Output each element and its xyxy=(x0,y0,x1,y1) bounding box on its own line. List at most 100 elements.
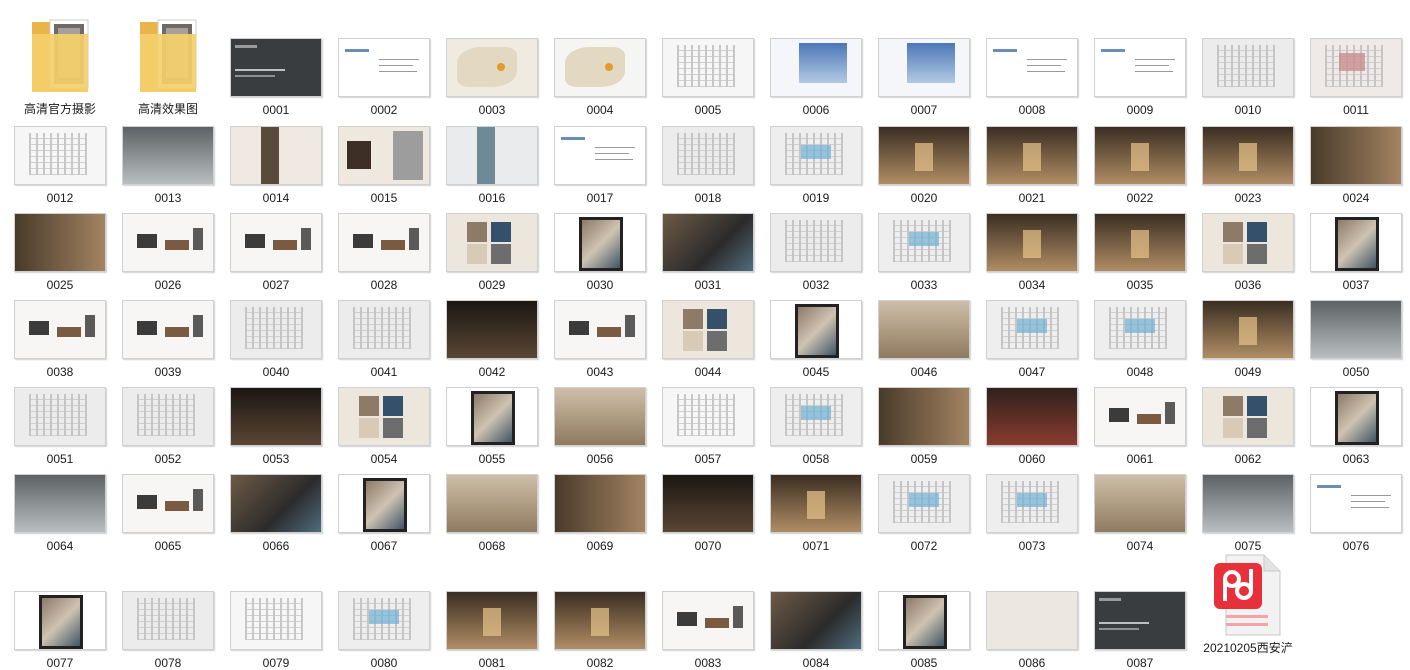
file-item[interactable]: 0026 xyxy=(114,213,222,292)
file-item[interactable]: 0047 xyxy=(978,300,1086,379)
file-item[interactable]: 0020 xyxy=(870,126,978,205)
file-item[interactable]: 0043 xyxy=(546,300,654,379)
file-item[interactable]: 0002 xyxy=(330,38,438,117)
file-item[interactable]: 0057 xyxy=(654,387,762,466)
file-item[interactable]: 0074 xyxy=(1086,474,1194,553)
file-item[interactable]: 0036 xyxy=(1194,213,1302,292)
file-item[interactable]: 0018 xyxy=(654,126,762,205)
file-item[interactable]: 0072 xyxy=(870,474,978,553)
file-item[interactable]: 0016 xyxy=(438,126,546,205)
file-item[interactable]: 0045 xyxy=(762,300,870,379)
file-item[interactable]: 0071 xyxy=(762,474,870,553)
file-item[interactable]: 0067 xyxy=(330,474,438,553)
file-item[interactable]: 0053 xyxy=(222,387,330,466)
folder-item[interactable]: 高清效果图 xyxy=(114,12,222,116)
file-item[interactable]: 0041 xyxy=(330,300,438,379)
file-item[interactable]: 0059 xyxy=(870,387,978,466)
file-item[interactable]: 0027 xyxy=(222,213,330,292)
file-item[interactable]: 0078 xyxy=(114,591,222,670)
file-item[interactable]: 0022 xyxy=(1086,126,1194,205)
file-item[interactable]: 0034 xyxy=(978,213,1086,292)
file-item[interactable]: 0013 xyxy=(114,126,222,205)
file-item[interactable]: 0033 xyxy=(870,213,978,292)
file-item[interactable]: 0085 xyxy=(870,591,978,670)
file-item[interactable]: 0056 xyxy=(546,387,654,466)
file-item[interactable]: 0077 xyxy=(6,591,114,670)
file-item[interactable]: 0070 xyxy=(654,474,762,553)
file-item[interactable]: 0051 xyxy=(6,387,114,466)
file-item[interactable]: 0054 xyxy=(330,387,438,466)
file-item[interactable]: 0015 xyxy=(330,126,438,205)
file-item[interactable]: 0079 xyxy=(222,591,330,670)
file-item[interactable]: 0066 xyxy=(222,474,330,553)
file-item[interactable]: 0007 xyxy=(870,38,978,117)
file-item[interactable]: 0087 xyxy=(1086,591,1194,670)
file-item[interactable]: 0010 xyxy=(1194,38,1302,117)
file-item[interactable]: 0062 xyxy=(1194,387,1302,466)
file-item[interactable]: 0060 xyxy=(978,387,1086,466)
file-label: 0060 xyxy=(1018,452,1046,466)
file-item[interactable]: 0075 xyxy=(1194,474,1302,553)
file-item[interactable]: 0086 xyxy=(978,591,1086,670)
file-item[interactable]: 0046 xyxy=(870,300,978,379)
file-item[interactable]: 0011 xyxy=(1302,38,1410,117)
file-item[interactable]: 0004 xyxy=(546,38,654,117)
file-item[interactable]: 0082 xyxy=(546,591,654,670)
file-item[interactable]: 0035 xyxy=(1086,213,1194,292)
file-item[interactable]: 0063 xyxy=(1302,387,1410,466)
file-thumbnail xyxy=(878,300,970,359)
file-item[interactable]: 0065 xyxy=(114,474,222,553)
file-item[interactable]: 0030 xyxy=(546,213,654,292)
file-item[interactable]: 0008 xyxy=(978,38,1086,117)
file-item[interactable]: 0084 xyxy=(762,591,870,670)
file-item[interactable]: 0050 xyxy=(1302,300,1410,379)
file-item[interactable]: 0014 xyxy=(222,126,330,205)
file-item[interactable]: 0080 xyxy=(330,591,438,670)
file-item[interactable]: 0049 xyxy=(1194,300,1302,379)
file-item[interactable]: 0001 xyxy=(222,38,330,117)
file-item[interactable]: 0038 xyxy=(6,300,114,379)
file-item[interactable]: 0048 xyxy=(1086,300,1194,379)
thumbnail-detail xyxy=(1351,495,1391,496)
file-item[interactable]: 0017 xyxy=(546,126,654,205)
file-item[interactable]: 0081 xyxy=(438,591,546,670)
thumbnail-detail xyxy=(345,49,369,52)
file-item[interactable]: 0055 xyxy=(438,387,546,466)
file-thumbnail xyxy=(662,591,754,650)
file-item[interactable]: 0021 xyxy=(978,126,1086,205)
file-item[interactable]: 0044 xyxy=(654,300,762,379)
file-item[interactable]: 0052 xyxy=(114,387,222,466)
file-item[interactable]: 0025 xyxy=(6,213,114,292)
file-item[interactable]: 0069 xyxy=(546,474,654,553)
file-item[interactable]: 0028 xyxy=(330,213,438,292)
thumbnail-detail xyxy=(383,396,403,416)
file-item[interactable]: 0023 xyxy=(1194,126,1302,205)
file-item[interactable]: 0024 xyxy=(1302,126,1410,205)
file-item[interactable]: 0042 xyxy=(438,300,546,379)
file-item[interactable]: 0005 xyxy=(654,38,762,117)
file-item[interactable]: 0029 xyxy=(438,213,546,292)
file-item[interactable]: 0037 xyxy=(1302,213,1410,292)
pdf-file-item[interactable]: 20210205西安浐 xyxy=(1194,553,1302,655)
file-item[interactable]: 0083 xyxy=(654,591,762,670)
file-item[interactable]: 0019 xyxy=(762,126,870,205)
file-item[interactable]: 0040 xyxy=(222,300,330,379)
thumbnail-detail xyxy=(561,137,585,140)
file-item[interactable]: 0039 xyxy=(114,300,222,379)
file-item[interactable]: 0006 xyxy=(762,38,870,117)
file-item[interactable]: 0064 xyxy=(6,474,114,553)
file-item[interactable]: 0003 xyxy=(438,38,546,117)
file-item[interactable]: 0058 xyxy=(762,387,870,466)
file-item[interactable]: 0009 xyxy=(1086,38,1194,117)
file-item[interactable]: 0073 xyxy=(978,474,1086,553)
folder-item[interactable]: 高清官方摄影 xyxy=(6,12,114,116)
thumbnail-detail xyxy=(1351,507,1389,508)
file-thumbnail xyxy=(986,387,1078,446)
file-item[interactable]: 0076 xyxy=(1302,474,1410,553)
file-item[interactable]: 0012 xyxy=(6,126,114,205)
file-item[interactable]: 0031 xyxy=(654,213,762,292)
thumbnail-detail xyxy=(1099,622,1149,624)
file-item[interactable]: 0032 xyxy=(762,213,870,292)
file-item[interactable]: 0061 xyxy=(1086,387,1194,466)
file-item[interactable]: 0068 xyxy=(438,474,546,553)
